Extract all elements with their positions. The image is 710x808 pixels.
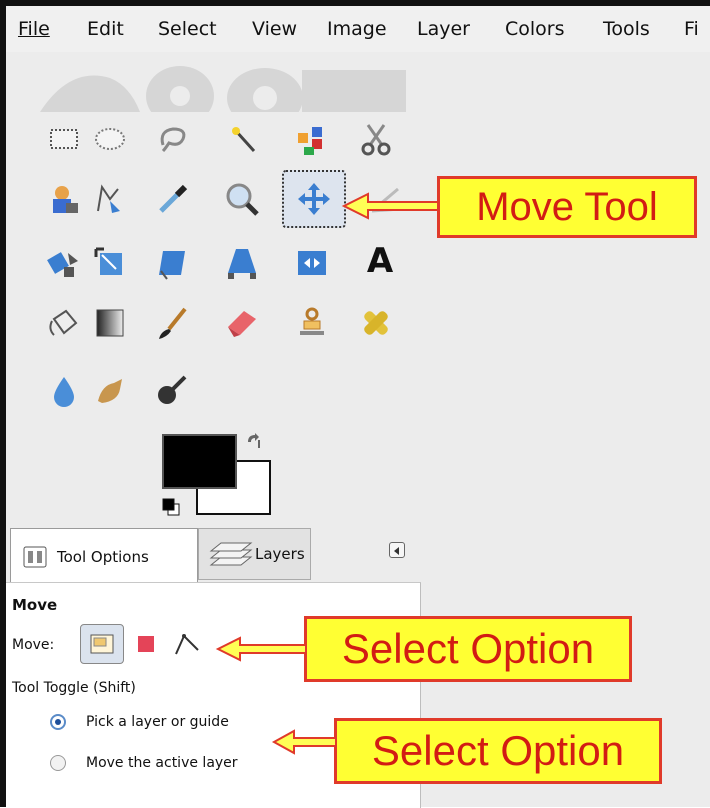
- menu-tools[interactable]: Tools: [603, 18, 650, 40]
- selection-mode-icon[interactable]: [136, 634, 156, 654]
- free-select-icon[interactable]: [152, 118, 194, 160]
- flip-icon[interactable]: [291, 242, 333, 284]
- tab-tool-options-label: Tool Options: [57, 547, 149, 566]
- menu-edit-label: Edit: [87, 18, 124, 40]
- menu-filters-label: Fi: [684, 18, 699, 40]
- menu-select-label: Select: [158, 18, 217, 40]
- scissors-select-icon[interactable]: [355, 118, 397, 160]
- menu-edit[interactable]: Edit: [87, 18, 124, 40]
- smudge-icon[interactable]: [89, 370, 131, 412]
- select-option-callout-1: Select Option: [304, 616, 632, 682]
- tool-options-title: Move: [12, 596, 58, 614]
- menu-image-label: Image: [327, 18, 387, 40]
- pick-layer-radio[interactable]: [50, 714, 66, 730]
- gradient-icon[interactable]: [89, 302, 131, 344]
- menu-layer-label: Layer: [417, 18, 470, 40]
- swap-colors-icon[interactable]: [245, 432, 263, 450]
- blur-icon[interactable]: [43, 370, 85, 412]
- paths-icon[interactable]: [89, 178, 131, 220]
- menu-tools-label: Tools: [603, 18, 650, 40]
- eraser-icon[interactable]: [221, 302, 263, 344]
- move-active-layer-label: Move the active layer: [86, 755, 238, 771]
- foreground-color-swatch[interactable]: [162, 434, 237, 489]
- layer-mode-icon[interactable]: [80, 624, 124, 664]
- tab-tool-options[interactable]: Tool Options: [10, 528, 198, 584]
- text-icon[interactable]: A: [359, 240, 401, 282]
- dock-menu-arrow-icon[interactable]: [389, 542, 405, 558]
- dodge-burn-icon[interactable]: [152, 370, 194, 412]
- rect-select-icon[interactable]: [43, 118, 85, 160]
- menu-colors-label: Colors: [505, 18, 565, 40]
- bucket-fill-icon[interactable]: [43, 302, 85, 344]
- menu-file[interactable]: File: [18, 18, 50, 40]
- move-active-layer-radio[interactable]: [50, 755, 66, 771]
- menu-filters[interactable]: Fi: [684, 18, 699, 40]
- pick-layer-label: Pick a layer or guide: [86, 714, 229, 730]
- text-tool-glyph: A: [366, 241, 394, 281]
- layers-icon: [207, 535, 253, 573]
- menu-image[interactable]: Image: [327, 18, 387, 40]
- paintbrush-icon[interactable]: [152, 302, 194, 344]
- tab-layers[interactable]: Layers: [198, 528, 311, 580]
- color-swatches: [158, 428, 278, 523]
- select-option-arrow-1: [215, 636, 307, 662]
- menu-view-label: View: [252, 18, 298, 40]
- menu-file-label: File: [18, 18, 50, 40]
- select-option-arrow-2: [271, 729, 337, 755]
- foreground-select-icon[interactable]: [43, 178, 85, 220]
- ellipse-select-icon[interactable]: [89, 118, 131, 160]
- fuzzy-select-icon[interactable]: [223, 118, 265, 160]
- color-picker-icon[interactable]: [152, 178, 194, 220]
- tool-options-icon: [23, 546, 47, 568]
- rotate-icon[interactable]: [152, 242, 194, 284]
- tool-toggle-label: Tool Toggle (Shift): [12, 680, 136, 696]
- clone-icon[interactable]: [291, 302, 333, 344]
- move-tool-callout-arrow: [341, 192, 439, 220]
- crop-icon[interactable]: [89, 242, 131, 284]
- menu-view[interactable]: View: [252, 18, 297, 40]
- menu-layer[interactable]: Layer: [417, 18, 470, 40]
- color-select-icon[interactable]: [291, 118, 333, 160]
- move-mode-label: Move:: [12, 637, 55, 653]
- default-colors-icon[interactable]: [162, 498, 180, 516]
- zoom-icon[interactable]: [221, 178, 263, 220]
- heal-icon[interactable]: [355, 302, 397, 344]
- path-mode-icon[interactable]: [172, 630, 202, 658]
- move-tool-callout: Move Tool: [437, 176, 697, 238]
- wilber-logo: [40, 56, 410, 112]
- perspective-icon[interactable]: [221, 242, 263, 284]
- tab-layers-label: Layers: [255, 545, 305, 563]
- menu-colors[interactable]: Colors: [505, 18, 565, 40]
- move-icon[interactable]: [282, 170, 346, 228]
- align-icon[interactable]: [43, 242, 85, 284]
- menubar: File Edit Select View Image Layer Colors…: [6, 6, 710, 52]
- select-option-callout-2: Select Option: [334, 718, 662, 784]
- menu-select[interactable]: Select: [158, 18, 217, 40]
